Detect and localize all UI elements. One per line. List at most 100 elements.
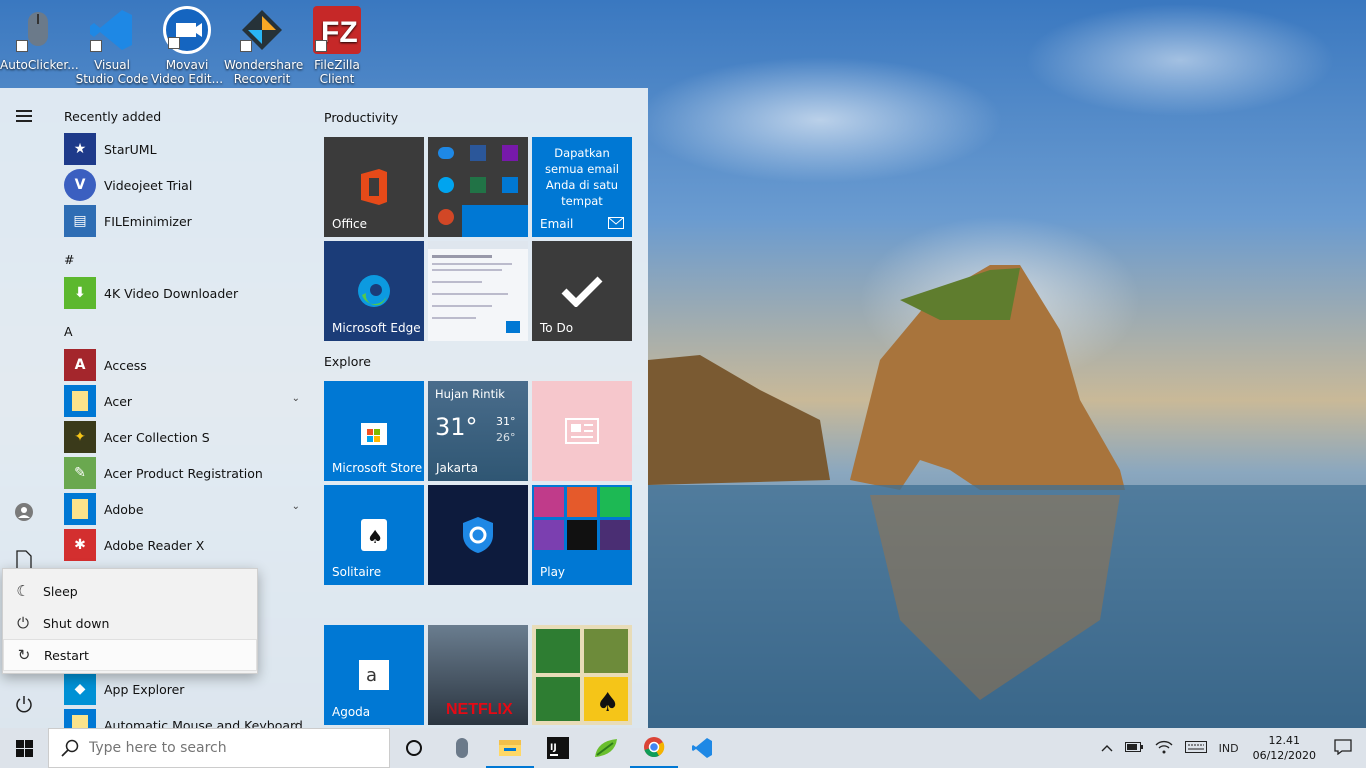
section-header-hash[interactable]: # xyxy=(64,252,74,267)
news-icon xyxy=(532,381,632,481)
tile-label: Microsoft Store xyxy=(332,461,423,475)
network-button[interactable] xyxy=(1149,740,1179,757)
app-item-app-explorer[interactable]: ◆ App Explorer xyxy=(64,672,304,706)
tile-microsoft-edge[interactable]: Microsoft Edge xyxy=(324,241,424,341)
tile-office-apps-folder[interactable] xyxy=(428,137,528,237)
tile-netflix[interactable]: NETFLIX xyxy=(428,625,528,725)
sleep-option[interactable]: ☾ Sleep xyxy=(3,575,257,607)
tile-photos-preview[interactable] xyxy=(428,241,528,341)
search-input[interactable] xyxy=(89,740,369,756)
clock-time: 12.41 xyxy=(1268,734,1301,747)
tile-email[interactable]: Dapatkan semua email Anda di satu tempat… xyxy=(532,137,632,237)
start-button[interactable] xyxy=(0,728,48,768)
taskbar-app-chrome[interactable] xyxy=(630,728,678,768)
chevron-down-icon[interactable]: ⌄ xyxy=(292,393,300,404)
app-explorer-icon: ◆ xyxy=(64,673,96,705)
desktop-icon-recoverit[interactable]: Wondershare Recoverit xyxy=(224,6,304,86)
group-header-productivity[interactable]: Productivity xyxy=(324,110,398,125)
app-item-videojeet[interactable]: V Videojeet Trial xyxy=(64,168,304,202)
tile-agoda[interactable]: a Agoda xyxy=(324,625,424,725)
app-label: App Explorer xyxy=(104,681,185,697)
touch-keyboard-button[interactable] xyxy=(1179,740,1213,756)
play-games-icon xyxy=(534,487,630,550)
user-account-button[interactable] xyxy=(8,496,40,528)
section-header-a[interactable]: A xyxy=(64,324,73,339)
svg-text:IJ: IJ xyxy=(550,743,557,753)
app-item-staruml[interactable]: ★ StarUML xyxy=(64,132,304,166)
power-icon xyxy=(16,696,32,713)
tiles-area: Productivity Office Dapatkan semua email… xyxy=(324,88,640,728)
videojeet-icon: V xyxy=(64,169,96,201)
tile-vpn-shield[interactable] xyxy=(428,485,528,585)
power-option-label: Shut down xyxy=(43,615,110,631)
tile-news[interactable] xyxy=(532,381,632,481)
mail-icon xyxy=(608,217,624,229)
tile-mahjong[interactable]: ♠ xyxy=(532,625,632,725)
app-item-automatic-mouse-keyboard[interactable]: Automatic Mouse and Keyboard ⌄ xyxy=(64,708,304,728)
svg-text:FZ: FZ xyxy=(321,16,358,49)
app-item-access[interactable]: A Access xyxy=(64,348,304,382)
tile-microsoft-store[interactable]: Microsoft Store xyxy=(324,381,424,481)
taskbar-app-file-explorer[interactable] xyxy=(486,728,534,768)
tile-weather[interactable]: Hujan Rintik 31° 31° 26° Jakarta xyxy=(428,381,528,481)
weather-high: 31° xyxy=(496,415,516,428)
chevron-down-icon[interactable]: ⌄ xyxy=(292,717,300,728)
app-item-acer[interactable]: Acer ⌄ xyxy=(64,384,304,418)
power-button[interactable] xyxy=(8,688,40,720)
desktop-icon-vscode[interactable]: Visual Studio Code xyxy=(74,6,150,86)
folder-icon xyxy=(64,493,96,525)
intellij-icon: IJ xyxy=(547,737,569,759)
show-hidden-icons-button[interactable] xyxy=(1095,742,1119,755)
tile-label: Jakarta xyxy=(436,461,478,475)
input-language-indicator[interactable]: IND xyxy=(1213,742,1245,755)
shut-down-option[interactable]: ⏻ Shut down xyxy=(3,607,257,639)
taskbar-app-vscode[interactable] xyxy=(678,728,726,768)
vscode-icon xyxy=(88,6,136,54)
desktop-icon-autoclicker[interactable]: AutoClicker... xyxy=(0,6,79,72)
power-icon: ⏻ xyxy=(17,614,29,632)
desktop-icon-movavi[interactable]: Movavi Video Edit... xyxy=(149,6,225,86)
section-header-recently-added: Recently added xyxy=(64,109,162,124)
app-item-4k-video-downloader[interactable]: ⬇ 4K Video Downloader xyxy=(64,276,304,310)
tile-play-folder[interactable]: Play xyxy=(532,485,632,585)
expand-menu-button[interactable] xyxy=(8,100,40,132)
windows-logo-icon xyxy=(15,739,33,757)
desktop-icon-label: FileZilla Client xyxy=(314,58,360,86)
acer-registration-icon: ✎ xyxy=(64,457,96,489)
svg-text:♠: ♠ xyxy=(596,688,619,718)
tile-label: Office xyxy=(332,217,368,231)
folder-icon xyxy=(64,385,96,417)
weather-low: 26° xyxy=(496,431,516,444)
taskbar-app-intellij[interactable]: IJ xyxy=(534,728,582,768)
task-view-icon xyxy=(406,740,422,756)
taskbar-search-box[interactable] xyxy=(48,728,390,768)
chevron-down-icon[interactable]: ⌄ xyxy=(292,501,300,512)
task-view-button[interactable] xyxy=(390,728,438,768)
app-item-acer-product-registration[interactable]: ✎ Acer Product Registration xyxy=(64,456,304,490)
svg-text:♠: ♠ xyxy=(367,527,383,548)
battery-button[interactable] xyxy=(1119,741,1149,755)
app-label: Videojeet Trial xyxy=(104,177,193,193)
app-label: Access xyxy=(104,357,147,373)
app-item-adobe-reader-x[interactable]: ✱ Adobe Reader X xyxy=(64,528,304,562)
app-item-fileminimizer[interactable]: ▤ FILEminimizer xyxy=(64,204,304,238)
app-label: Acer Collection S xyxy=(104,429,210,445)
restart-option[interactable]: ↻ Restart xyxy=(3,639,257,671)
app-label: FILEminimizer xyxy=(104,213,192,229)
access-icon: A xyxy=(64,349,96,381)
tile-office[interactable]: Office xyxy=(324,137,424,237)
action-center-button[interactable] xyxy=(1324,738,1366,758)
taskbar-clock[interactable]: 12.41 06/12/2020 xyxy=(1245,733,1324,763)
group-header-explore[interactable]: Explore xyxy=(324,354,371,369)
app-item-adobe[interactable]: Adobe ⌄ xyxy=(64,492,304,526)
tile-solitaire[interactable]: ♠ Solitaire xyxy=(324,485,424,585)
desktop-icon-label: Wondershare Recoverit xyxy=(224,58,304,86)
restart-icon: ↻ xyxy=(17,646,31,664)
netflix-logo-text: NETFLIX xyxy=(446,701,513,718)
tile-to-do[interactable]: To Do xyxy=(532,241,632,341)
app-item-acer-collection-s[interactable]: ✦ Acer Collection S xyxy=(64,420,304,454)
taskbar-app-autoclicker[interactable] xyxy=(438,728,486,768)
power-option-label: Sleep xyxy=(43,583,78,599)
taskbar-app-green-app[interactable] xyxy=(582,728,630,768)
desktop-icon-filezilla[interactable]: FZ FileZilla Client xyxy=(299,6,375,86)
